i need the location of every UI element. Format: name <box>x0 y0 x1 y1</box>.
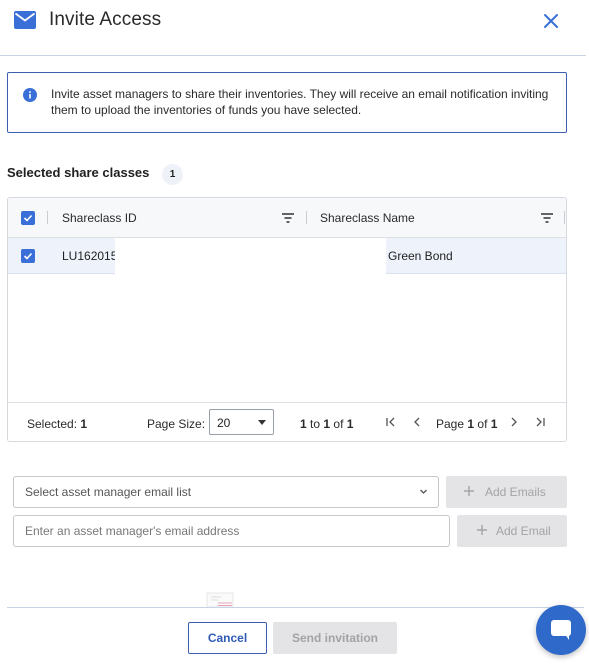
page-indicator: Page 1 of 1 <box>436 417 497 431</box>
envelope-icon <box>14 11 36 29</box>
add-email-button[interactable]: Add Email <box>457 515 567 547</box>
redaction-mask <box>115 238 386 274</box>
cancel-button[interactable]: Cancel <box>188 622 267 654</box>
send-invitation-button[interactable]: Send invitation <box>273 622 397 654</box>
row-checkbox[interactable] <box>21 249 35 263</box>
add-emails-button[interactable]: Add Emails <box>446 476 567 508</box>
grid-header: Shareclass ID Shareclass Name <box>8 198 566 238</box>
info-text: Invite asset managers to share their inv… <box>51 87 549 117</box>
column-separator <box>564 211 565 224</box>
selected-value: 1 <box>80 417 88 431</box>
column-header-shareclass-name[interactable]: Shareclass Name <box>320 211 415 225</box>
close-icon[interactable] <box>540 10 562 32</box>
range-of-label: of <box>333 417 344 431</box>
cell-shareclass-name: Green Bond <box>388 249 453 263</box>
selected-share-classes-title: Selected share classes <box>7 165 150 180</box>
chat-icon <box>551 620 571 640</box>
table-row[interactable]: LU162015d Green Bond <box>8 238 566 274</box>
share-class-grid: Shareclass ID Shareclass Name LU162015d … <box>7 197 567 442</box>
row-range: 1 to 1 of 1 <box>300 417 353 431</box>
first-page-icon[interactable] <box>385 416 397 428</box>
selection-count-badge: 1 <box>162 164 183 185</box>
range-total: 1 <box>346 417 354 431</box>
grid-footer: Selected: 1 Page Size: 20 1 to 1 of 1 Pa… <box>8 402 566 441</box>
chevron-down-icon <box>420 489 427 494</box>
add-emails-label: Add Emails <box>485 485 546 499</box>
column-separator <box>47 211 48 224</box>
footer-divider <box>7 607 584 608</box>
previous-page-icon[interactable] <box>411 416 423 428</box>
page-size-value: 20 <box>217 416 231 430</box>
range-to: 1 <box>323 417 331 431</box>
filter-icon[interactable] <box>541 213 553 223</box>
chat-button[interactable] <box>536 605 586 655</box>
caret-down-icon <box>258 420 266 425</box>
email-address-input[interactable] <box>13 515 450 547</box>
range-to-label: to <box>310 417 321 431</box>
page-size-label: Page Size: <box>147 417 206 431</box>
page-total: 1 <box>490 417 498 431</box>
info-icon <box>23 88 37 102</box>
selected-label: Selected: <box>27 417 78 431</box>
page-label: Page <box>436 417 465 431</box>
plus-icon <box>477 525 487 535</box>
add-email-label: Add Email <box>496 524 551 538</box>
dialog-title: Invite Access <box>49 9 162 30</box>
page-current: 1 <box>467 417 475 431</box>
page-of-label: of <box>477 417 488 431</box>
column-header-shareclass-id[interactable]: Shareclass ID <box>62 211 137 225</box>
range-from: 1 <box>300 417 307 431</box>
email-list-placeholder: Select asset manager email list <box>25 485 192 499</box>
column-separator <box>306 211 307 224</box>
select-all-checkbox[interactable] <box>21 211 35 225</box>
document-icon <box>206 592 234 607</box>
last-page-icon[interactable] <box>534 416 546 428</box>
page-size-select[interactable]: 20 <box>209 409 274 435</box>
plus-icon <box>464 486 474 496</box>
email-list-select[interactable]: Select asset manager email list <box>13 476 439 508</box>
info-banner: Invite asset managers to share their inv… <box>7 72 567 133</box>
next-page-icon[interactable] <box>508 416 520 428</box>
dialog-header: Invite Access <box>0 0 586 56</box>
filter-icon[interactable] <box>282 213 294 223</box>
selected-count: Selected: 1 <box>27 417 87 431</box>
